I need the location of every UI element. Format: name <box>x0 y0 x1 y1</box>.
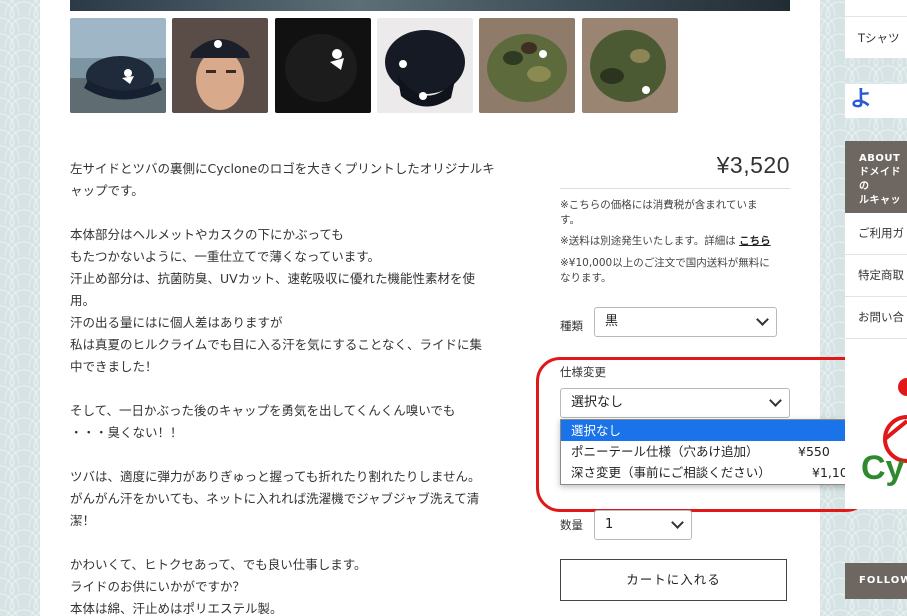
main-product-image[interactable] <box>70 0 790 11</box>
cyclone-logo-icon: Cy <box>861 378 907 487</box>
thumbnail-2[interactable] <box>172 18 268 113</box>
free-shipping-note: ※¥10,000以上のご注文で国内送料が無料に なります。 <box>560 257 770 284</box>
quantity-label: 数量 <box>560 518 583 532</box>
type-select-value: 黒 <box>605 314 619 329</box>
description-line: 汗の出る量にはに個人差はありますが <box>70 315 283 330</box>
camo-cap-side-photo <box>582 18 678 113</box>
description-line: もたつかないように、一重仕立てで薄くなっています。 <box>70 249 381 264</box>
thumbnail-3[interactable] <box>275 18 371 113</box>
sidebar-faq-banner[interactable]: よく <box>845 84 907 118</box>
shipping-details-link[interactable]: こちら <box>739 235 771 247</box>
sidebar-logo-box[interactable]: Cy <box>845 339 907 509</box>
man-wearing-cap-photo <box>172 18 268 113</box>
spec-select-value: 選択なし <box>571 395 624 410</box>
shipping-note: ※送料は別途発生いたします。詳細は こちら <box>560 235 771 247</box>
thumbnail-6[interactable] <box>582 18 678 113</box>
sidebar-top-box <box>845 0 907 16</box>
tax-note: ※こちらの価格には消費税が含まれていま す。 <box>560 199 758 226</box>
description-line: がんがん汗をかいても、ネットに入れれば洗濯機でジャブジャブ洗えて清 <box>70 491 480 506</box>
spec-option-none[interactable]: 選択なし <box>561 420 858 441</box>
sidebar-follow-heading: FOLLOW <box>845 563 907 599</box>
description-line: 私は真夏のヒルクライムでも目に入る汗を気にすることなく、ライドに集 <box>70 337 483 352</box>
quantity-select-value: 1 <box>605 517 614 532</box>
description-line: ツバは、適度に弾力がありぎゅっと握っても折れたり割れたりしません。 <box>70 469 481 484</box>
type-select[interactable]: 黒 <box>594 307 777 337</box>
spec-dropdown-list: 選択なし ポニーテール仕様（穴あけ追加） ¥550 深さ変更（事前にご相談くださ… <box>560 419 859 485</box>
thumbnail-5[interactable] <box>479 18 575 113</box>
sidebar-link-contact[interactable]: お問い合 <box>845 297 907 339</box>
black-cap-front-photo <box>275 18 371 113</box>
chevron-down-icon <box>671 516 684 529</box>
quantity-select[interactable]: 1 <box>594 510 692 540</box>
thumbnail-1[interactable] <box>70 18 166 113</box>
type-label: 種類 <box>560 319 583 333</box>
description-line: 潔！ <box>70 513 96 528</box>
description-line: ャップです。 <box>70 183 144 198</box>
description-line: ライドのお供にいかがですか？ <box>70 579 246 594</box>
sidebar-link-guide[interactable]: ご利用ガ <box>845 213 907 255</box>
description-line: 用。 <box>70 293 96 308</box>
add-to-cart-button[interactable]: カートに入れる <box>560 559 787 601</box>
sidebar-about-heading: ABOUT ドメイドの ルキャッ <box>845 141 907 213</box>
spec-option-price: ¥550 <box>798 444 830 459</box>
chevron-down-icon <box>756 313 769 326</box>
cap-harbor-photo <box>70 18 166 113</box>
product-description: 左サイドとツバの裏側にCycloneのロゴを大きくプリントしたオリジナルキ ャッ… <box>70 158 518 616</box>
description-line: ・・・臭くない！！ <box>70 425 183 440</box>
product-price: ¥3,520 <box>716 152 790 178</box>
description-line: 本体部分はヘルメットやカスクの下にかぶっても <box>70 227 344 242</box>
sidebar-link-tshirt[interactable]: Tシャツ <box>845 16 907 58</box>
spec-select[interactable]: 選択なし <box>560 388 790 418</box>
spec-label: 仕様変更 <box>560 365 606 379</box>
description-line: 中できました！ <box>70 359 158 374</box>
chevron-down-icon <box>769 394 782 407</box>
description-line: 本体は綿、汗止めはポリエステル製。 <box>70 601 283 616</box>
description-line: そして、一日かぶった後のキャップを勇気を出してくんくん嗅いでも <box>70 403 456 418</box>
svg-text:Cy: Cy <box>861 449 905 487</box>
thumbnail-4[interactable] <box>377 18 473 113</box>
description-line: 左サイドとツバの裏側にCycloneのロゴを大きくプリントしたオリジナルキ <box>70 161 495 176</box>
description-line: 汗止め部分は、抗菌防臭、UVカット、速乾吸収に優れた機能性素材を使 <box>70 271 475 286</box>
spec-option-depth[interactable]: 深さ変更（事前にご相談ください） ¥1,100 <box>561 462 858 483</box>
description-line: かわいくて、ヒトクセあって、でも良い仕事します。 <box>70 557 367 572</box>
spec-option-ponytail[interactable]: ポニーテール仕様（穴あけ追加） ¥550 <box>561 441 858 462</box>
black-cap-brim-photo <box>377 18 473 113</box>
price-divider <box>560 188 790 189</box>
sidebar-link-legal[interactable]: 特定商取 <box>845 255 907 297</box>
camo-cap-photo <box>479 18 575 113</box>
